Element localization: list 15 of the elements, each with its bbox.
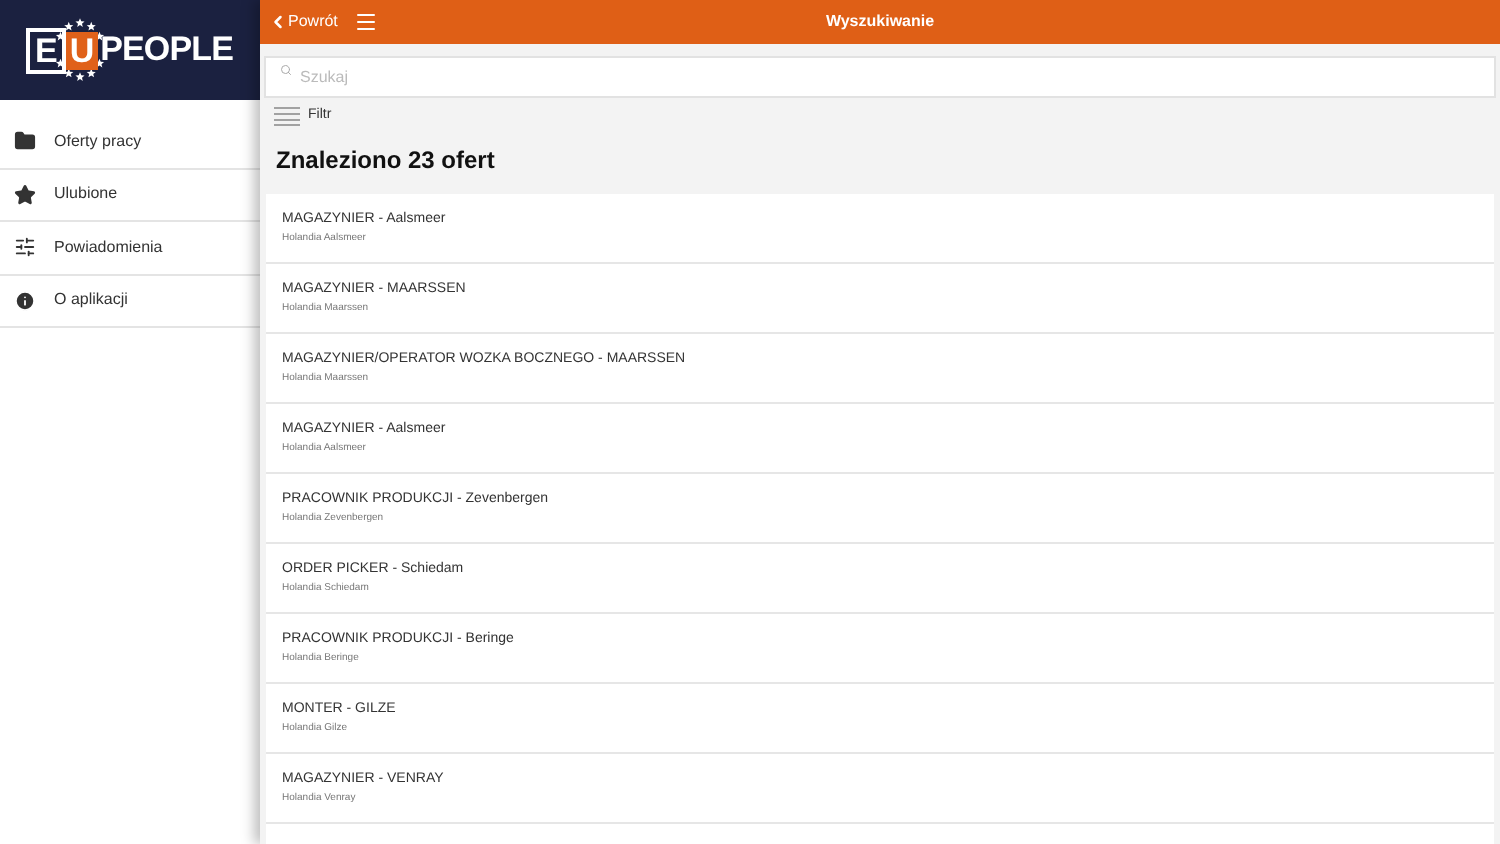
search-icon <box>280 63 292 75</box>
menu-icon[interactable] <box>353 9 378 34</box>
filter-icon <box>274 105 300 126</box>
header-title: Wyszukiwanie <box>825 9 935 34</box>
search-field[interactable]: Szukaj <box>264 55 1496 97</box>
sliders-icon <box>14 236 36 259</box>
logo-letter: U <box>65 31 99 69</box>
star-icon <box>14 183 36 206</box>
results-heading: Znaleziono 23 ofert <box>274 144 497 178</box>
back-button[interactable]: Powrót <box>268 9 338 34</box>
folder-icon <box>14 130 36 153</box>
logo-letter: E <box>26 27 66 73</box>
back-icon <box>268 11 288 32</box>
logo-text: PEOPLE <box>100 28 234 73</box>
info-icon <box>14 289 36 312</box>
